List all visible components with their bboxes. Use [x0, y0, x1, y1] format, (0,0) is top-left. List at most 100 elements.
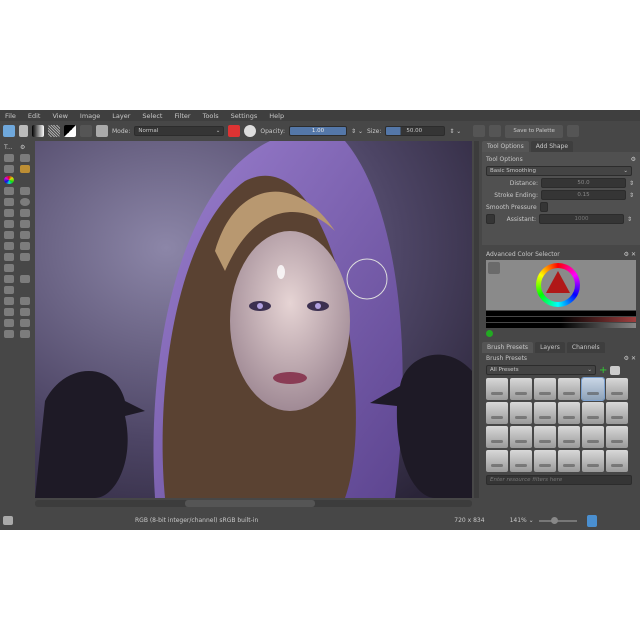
- selection-icon[interactable]: [3, 516, 13, 525]
- menu-help[interactable]: Help: [269, 112, 284, 120]
- settings-icon[interactable]: ⚙: [631, 156, 636, 163]
- preset-editor-icon[interactable]: [96, 125, 108, 137]
- menu-settings[interactable]: Settings: [231, 112, 258, 120]
- color-triangle[interactable]: [546, 271, 570, 293]
- brush-preset[interactable]: [606, 378, 628, 400]
- fill-tool[interactable]: [4, 253, 14, 261]
- brush-preset[interactable]: [558, 426, 580, 448]
- crop-tool[interactable]: [4, 242, 14, 250]
- brush-preset[interactable]: [558, 402, 580, 424]
- brush-preset[interactable]: [534, 426, 556, 448]
- brush-preset[interactable]: [510, 378, 532, 400]
- smooth-pressure-checkbox[interactable]: [539, 202, 548, 212]
- brush-preset[interactable]: [510, 450, 532, 472]
- brush-preset[interactable]: [558, 450, 580, 472]
- preset-tag-select[interactable]: All Presets ⌄: [486, 365, 596, 375]
- ellipse-tool[interactable]: [20, 198, 30, 206]
- open-file-icon[interactable]: [3, 125, 15, 137]
- menu-filter[interactable]: Filter: [174, 112, 190, 120]
- canvas[interactable]: [35, 141, 472, 498]
- brush-preset[interactable]: [582, 426, 604, 448]
- brush-settings-icon[interactable]: [80, 125, 92, 137]
- tab-brush-presets[interactable]: Brush Presets: [482, 342, 534, 353]
- save-to-palette-button[interactable]: Save to Palette: [505, 124, 563, 138]
- magnetic-select-tool[interactable]: [20, 330, 30, 338]
- distance-input[interactable]: 50.0: [541, 178, 626, 188]
- stepper-icon[interactable]: ⇕: [629, 180, 634, 187]
- grid-tool[interactable]: [4, 286, 14, 294]
- bezier-select-tool[interactable]: [4, 330, 14, 338]
- mirror-vertical-icon[interactable]: [489, 125, 502, 137]
- menu-edit[interactable]: Edit: [28, 112, 41, 120]
- edit-shapes-tool[interactable]: [20, 154, 30, 162]
- assistant-checkbox[interactable]: [486, 214, 495, 224]
- vertical-scrollbar[interactable]: [474, 141, 479, 498]
- brush-preset[interactable]: [534, 402, 556, 424]
- bezier-tool[interactable]: [4, 187, 14, 195]
- mirror-horizontal-icon[interactable]: [473, 125, 486, 137]
- freehand-brush-tool[interactable]: [20, 165, 30, 173]
- gradient-tool[interactable]: [20, 242, 30, 250]
- brush-preset[interactable]: [606, 426, 628, 448]
- toolbox-settings-icon[interactable]: ⚙: [20, 144, 32, 151]
- horizontal-scrollbar[interactable]: [35, 500, 472, 507]
- brush-preset[interactable]: [486, 426, 508, 448]
- freehand-path-tool[interactable]: [4, 220, 14, 228]
- color-value-bar[interactable]: [486, 323, 636, 328]
- transform-tool[interactable]: [4, 231, 14, 239]
- menu-select[interactable]: Select: [142, 112, 162, 120]
- colorize-mask-tool[interactable]: [4, 264, 14, 272]
- menu-view[interactable]: View: [52, 112, 67, 120]
- smoothing-select[interactable]: Basic Smoothing ⌄: [486, 166, 632, 176]
- color-history-bar[interactable]: [486, 311, 636, 316]
- stepper-icon[interactable]: ⇕: [629, 192, 634, 199]
- contiguous-select-tool[interactable]: [4, 319, 14, 327]
- brush-preset[interactable]: [606, 402, 628, 424]
- alpha-lock-icon[interactable]: [244, 125, 257, 137]
- eraser-icon[interactable]: [228, 125, 241, 137]
- tab-tool-options[interactable]: Tool Options: [482, 141, 529, 152]
- color-picker-tool[interactable]: [20, 253, 30, 261]
- outline-select-tool[interactable]: [20, 308, 30, 316]
- refresh-icon[interactable]: [486, 330, 493, 337]
- stepper-icon[interactable]: ⇕: [627, 216, 632, 223]
- color-swatches-icon[interactable]: [64, 125, 76, 137]
- assistant-input[interactable]: 1000: [539, 214, 624, 224]
- polyline-tool[interactable]: [20, 209, 30, 217]
- stroke-ending-input[interactable]: 0.15: [541, 190, 626, 200]
- canvas-only-icon[interactable]: [586, 514, 597, 527]
- size-slider[interactable]: 50.00: [385, 126, 446, 136]
- multibrush-tool[interactable]: [4, 176, 14, 184]
- brush-preset[interactable]: [486, 378, 508, 400]
- menu-file[interactable]: File: [5, 112, 16, 120]
- add-tag-icon[interactable]: +: [599, 365, 607, 376]
- eyedropper-icon[interactable]: [488, 262, 500, 274]
- brush-preset[interactable]: [510, 426, 532, 448]
- brush-preset[interactable]: [534, 378, 556, 400]
- zoom-slider[interactable]: [538, 516, 577, 524]
- blend-mode-select[interactable]: Normal ⌄: [134, 126, 225, 136]
- brush-preset[interactable]: [510, 402, 532, 424]
- text-tool[interactable]: [4, 165, 14, 173]
- polygon-tool[interactable]: [4, 209, 14, 217]
- resource-filter-input[interactable]: Enter resource filters here: [486, 475, 632, 485]
- similar-select-tool[interactable]: [20, 319, 30, 327]
- save-icon[interactable]: [19, 125, 28, 137]
- menu-image[interactable]: Image: [80, 112, 100, 120]
- zoom-select[interactable]: 141% ⌄: [510, 517, 534, 524]
- opacity-stepper-icon[interactable]: ⇕ ⌄: [351, 128, 363, 135]
- menu-layer[interactable]: Layer: [112, 112, 130, 120]
- menu-tools[interactable]: Tools: [203, 112, 219, 120]
- assistant-tool[interactable]: [20, 275, 30, 283]
- tab-layers[interactable]: Layers: [535, 342, 565, 353]
- color-shade-bar[interactable]: [486, 317, 636, 322]
- view-mode-icon[interactable]: [610, 365, 621, 375]
- rect-select-tool[interactable]: [4, 297, 14, 305]
- advanced-color-selector[interactable]: [486, 260, 636, 310]
- brush-preset[interactable]: [534, 450, 556, 472]
- dock-controls-icon[interactable]: ⚙ ✕: [624, 355, 636, 362]
- brush-preset[interactable]: [486, 450, 508, 472]
- dynamic-brush-tool[interactable]: [20, 220, 30, 228]
- brush-preset[interactable]: [606, 450, 628, 472]
- select-shapes-tool[interactable]: [4, 154, 14, 162]
